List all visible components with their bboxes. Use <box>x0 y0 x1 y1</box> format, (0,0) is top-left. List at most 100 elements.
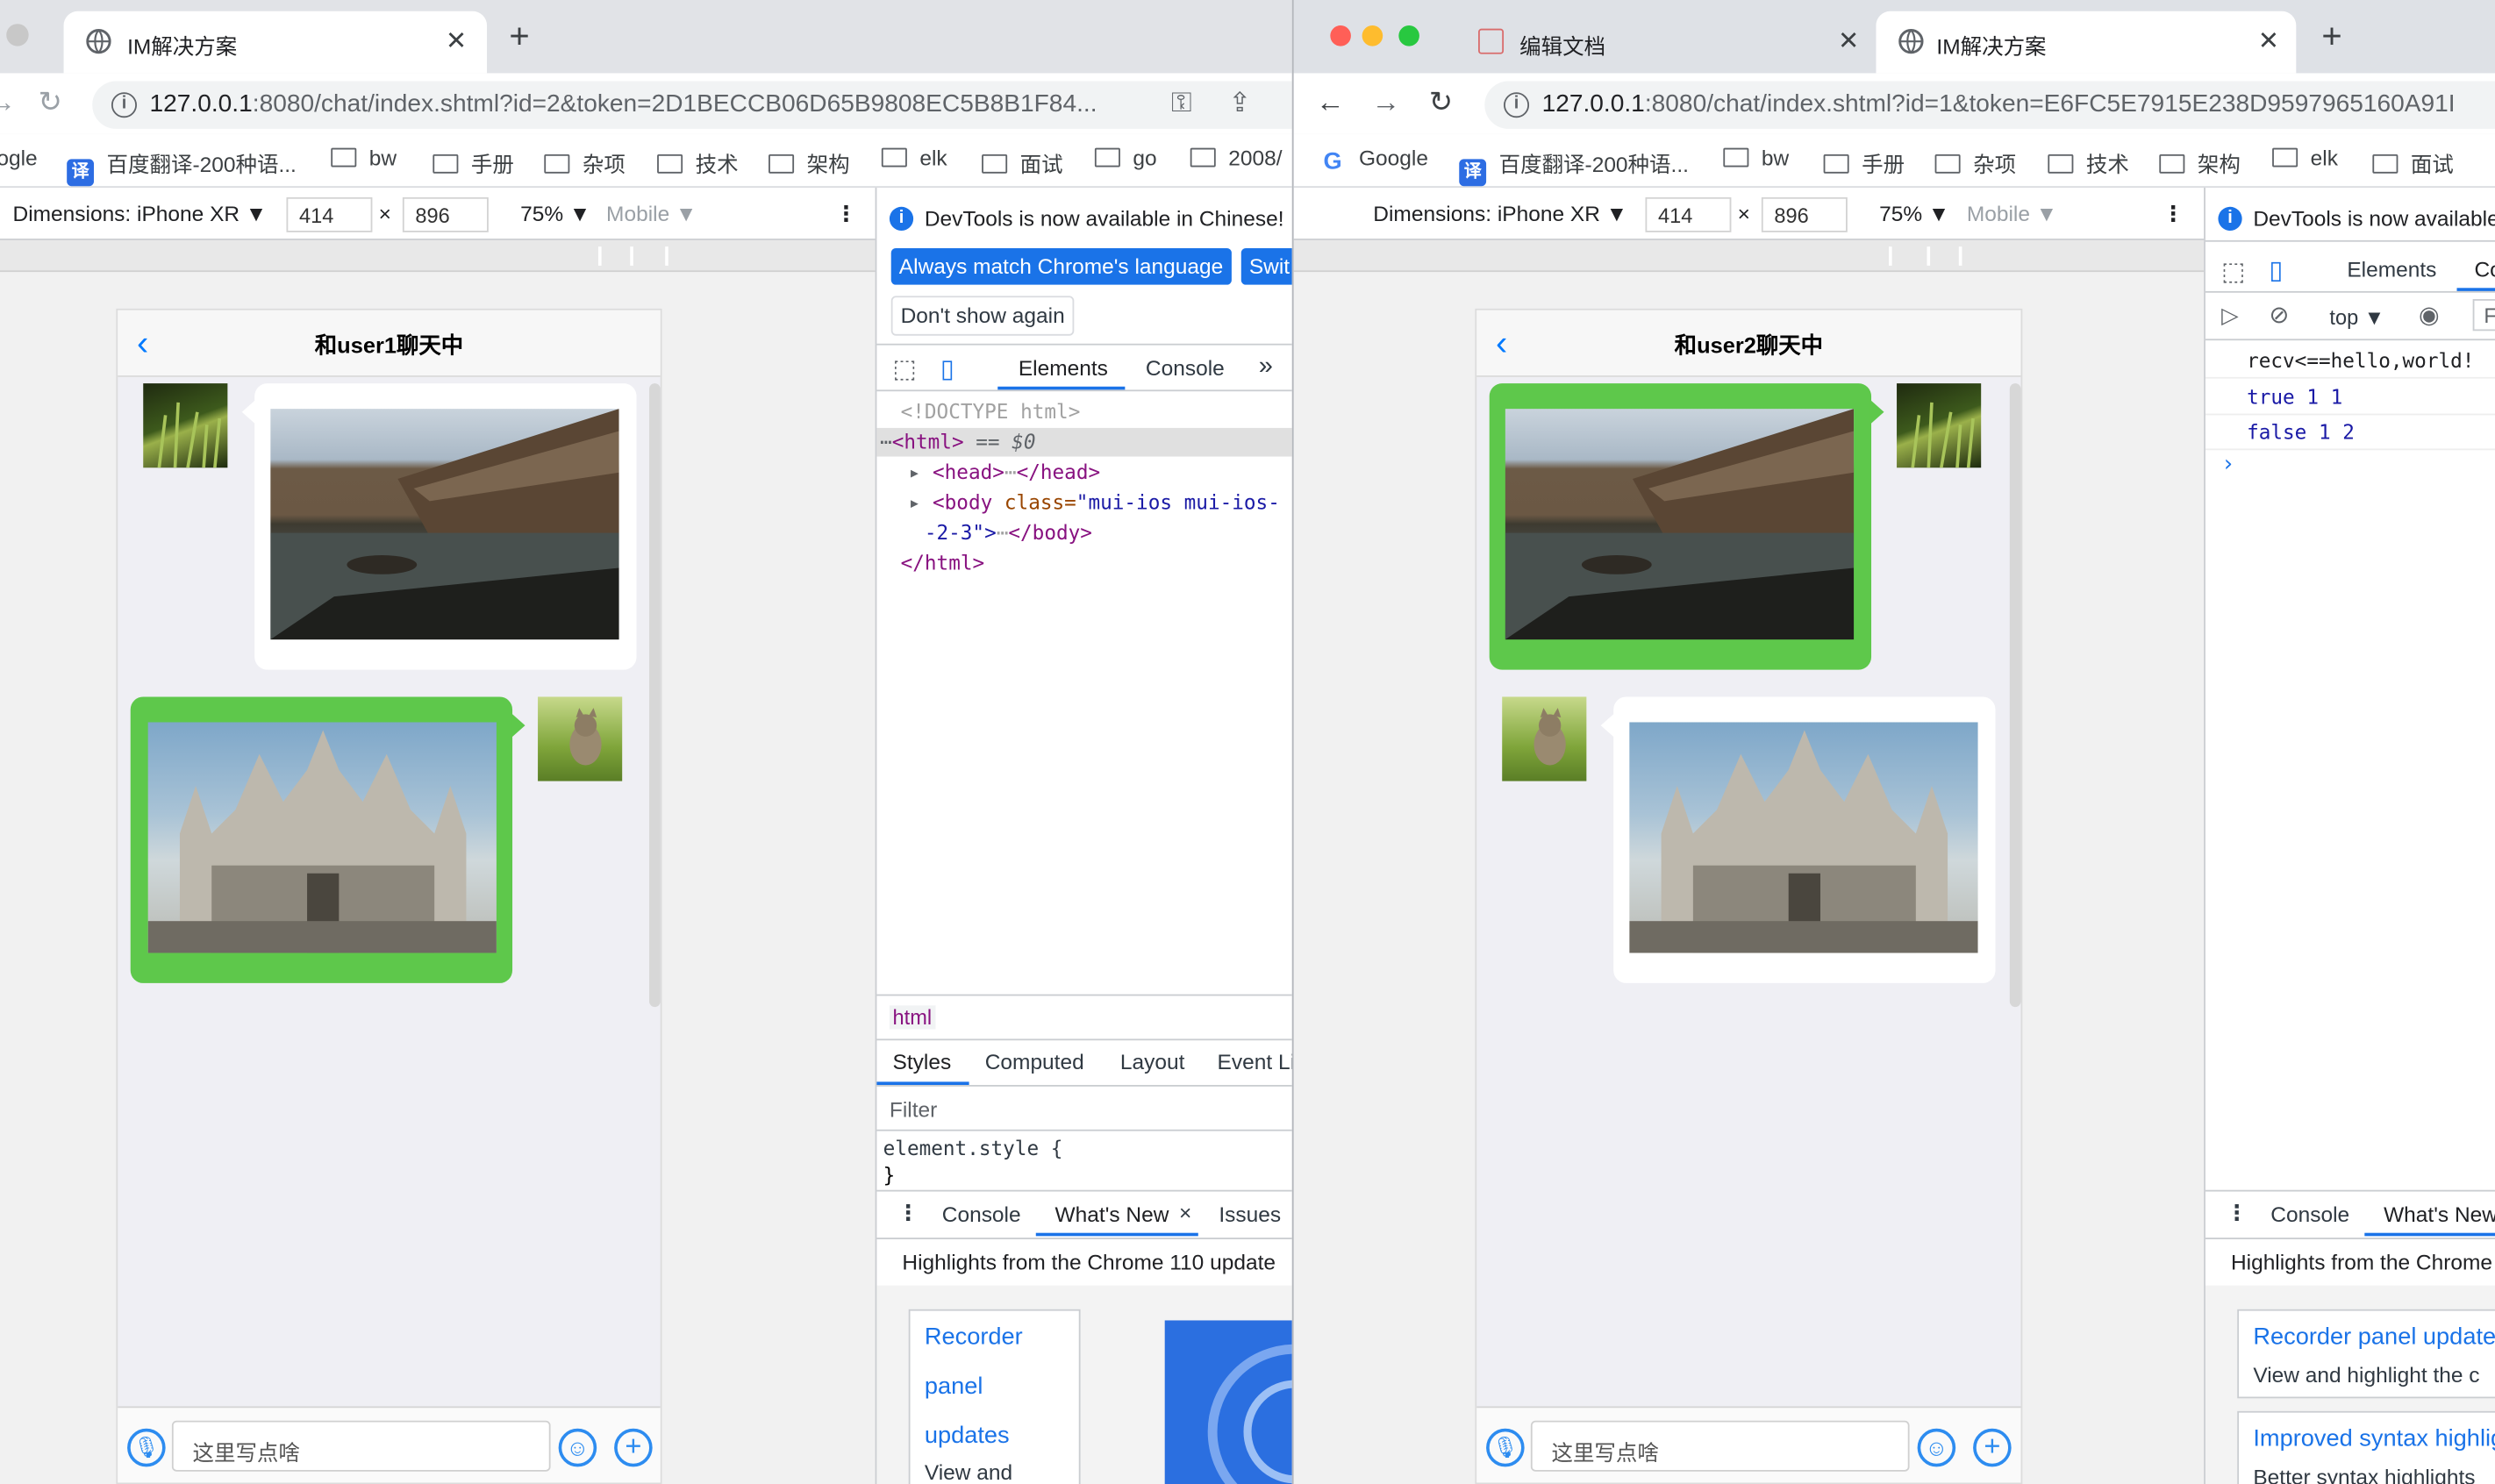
share-icon[interactable]: ⇪ <box>1228 88 1251 119</box>
scrollbar[interactable] <box>649 383 661 1008</box>
address-bar[interactable]: i 127.0.0.1:8080/chat/index.shtml?id=1&t… <box>1484 81 2495 129</box>
device-toggle-icon[interactable]: ▯ <box>2269 254 2283 286</box>
bookmark-folder[interactable]: 杂项 <box>544 146 626 178</box>
more-icon[interactable]: ⋮ <box>2163 202 2184 227</box>
reload-icon[interactable]: ↻ <box>39 86 62 119</box>
bookmark-item[interactable]: G Google <box>1319 146 1428 175</box>
bookmark-folder[interactable]: 架构 <box>2159 146 2241 178</box>
message-bubble-received[interactable] <box>1600 696 1996 983</box>
canal-photo[interactable] <box>270 409 619 640</box>
width-input[interactable]: 414 <box>286 196 373 232</box>
avatar[interactable] <box>1897 383 1982 468</box>
whats-new-card[interactable]: Improved syntax highlig Better syntax hi… <box>2237 1410 2495 1484</box>
reload-icon[interactable]: ↻ <box>1429 86 1453 119</box>
dom-head-node[interactable]: ▸ <head>⋯</head> <box>909 460 1100 483</box>
card-line[interactable]: Recorder <box>925 1323 1023 1351</box>
plus-icon[interactable]: + <box>614 1428 653 1467</box>
eye-icon[interactable]: ◉ <box>2419 301 2440 330</box>
tab-elements[interactable]: Elements <box>1019 356 1108 380</box>
drawer-tab-whats-new[interactable]: What's New <box>2384 1202 2495 1226</box>
zoom-select[interactable]: 75% ▼ <box>1879 202 1949 225</box>
back-icon[interactable]: ‹ <box>137 323 148 364</box>
bookmark-folder[interactable]: elk <box>2272 146 2338 170</box>
breadcrumb[interactable]: html <box>889 1005 935 1030</box>
emoji-icon[interactable]: ☺ <box>1917 1428 1956 1467</box>
tab-im[interactable]: IM解决方案 ✕ <box>1876 11 2297 74</box>
tab-styles[interactable]: Styles <box>893 1050 952 1074</box>
bookmark-folder[interactable]: 技术 <box>657 146 739 178</box>
drawer-menu-icon[interactable]: ⋮ <box>897 1201 919 1226</box>
close-drawer-tab-icon[interactable]: × <box>1179 1201 1191 1224</box>
bookmark-folder[interactable]: bw <box>331 146 397 170</box>
maximize-window-icon[interactable] <box>1398 25 1419 46</box>
bookmark-folder[interactable]: 面试 <box>982 146 1063 178</box>
whats-new-card[interactable]: Recorder panel update View and highlight… <box>2237 1309 2495 1399</box>
bookmark-folder[interactable]: 架构 <box>769 146 850 178</box>
clear-console-icon[interactable]: ⊘ <box>2269 301 2289 330</box>
forward-icon[interactable]: → <box>1371 86 1400 119</box>
forward-icon[interactable]: → <box>0 86 16 119</box>
cathedral-photo[interactable] <box>147 722 497 953</box>
dom-html-node[interactable]: ⋯<html> == $0 <box>880 430 1035 453</box>
back-icon[interactable]: ‹ <box>1496 323 1507 364</box>
bookmark-folder[interactable]: go <box>1094 146 1157 170</box>
card-line[interactable]: panel <box>925 1373 983 1400</box>
bookmark-folder[interactable]: 2008/ <box>1190 146 1283 170</box>
console-filter-input[interactable]: F <box>2472 298 2495 332</box>
card-line[interactable]: updates <box>925 1423 1010 1450</box>
sidebar-toggle-icon[interactable]: ▷ <box>2221 303 2239 330</box>
drawer-tab-whats-new[interactable]: What's New <box>1055 1202 1169 1226</box>
more-icon[interactable]: ⋮ <box>835 202 856 227</box>
avatar[interactable] <box>143 383 228 468</box>
microphone-icon[interactable]: 🎙 <box>127 1428 166 1467</box>
tab-layout[interactable]: Layout <box>1120 1050 1185 1074</box>
new-tab-button[interactable]: + <box>509 16 529 57</box>
bookmark-folder[interactable]: 面试 <box>2372 146 2454 178</box>
window-control-icon[interactable] <box>6 24 29 46</box>
context-select[interactable]: top ▼ <box>2329 305 2384 329</box>
card-title[interactable]: Recorder panel update <box>2253 1323 2495 1351</box>
dont-show-again-button[interactable]: Don't show again <box>890 296 1075 336</box>
scrollbar[interactable] <box>2009 383 2021 1008</box>
drawer-tab-issues[interactable]: Issues <box>1219 1202 1281 1226</box>
key-icon[interactable]: ⚿ <box>1171 88 1191 119</box>
device-toggle-icon[interactable]: ▯ <box>940 353 954 385</box>
tab-event-listeners[interactable]: Event Li <box>1218 1050 1292 1074</box>
zoom-select[interactable]: 75% ▼ <box>520 202 590 225</box>
bookmark-item[interactable]: 译百度翻译-200种语... <box>67 146 297 187</box>
height-input[interactable]: 896 <box>1761 196 1848 232</box>
mode-select[interactable]: Mobile ▼ <box>606 202 697 225</box>
message-input[interactable]: 这里写点啥 <box>1530 1420 1910 1472</box>
drawer-menu-icon[interactable]: ⋮ <box>2227 1201 2248 1226</box>
tab-console[interactable]: Co <box>2474 258 2495 282</box>
close-tab-icon[interactable]: ✕ <box>2258 25 2279 57</box>
tab-edit-doc[interactable]: 编辑文档 ✕ <box>1456 11 1873 74</box>
drawer-tab-console[interactable]: Console <box>2270 1202 2349 1226</box>
message-bubble-received[interactable] <box>241 383 637 670</box>
plus-icon[interactable]: + <box>1973 1428 2012 1467</box>
new-tab-button[interactable]: + <box>2321 16 2341 57</box>
tab-elements[interactable]: Elements <box>2347 258 2436 282</box>
styles-filter-input[interactable]: Filter <box>890 1098 937 1122</box>
inspect-icon[interactable]: ⬚ <box>893 353 917 385</box>
device-select[interactable]: Dimensions: iPhone XR ▼ <box>1373 202 1627 225</box>
match-language-button[interactable]: Always match Chrome's language <box>890 247 1232 285</box>
avatar[interactable] <box>538 696 623 781</box>
info-icon[interactable]: i <box>1504 92 1530 118</box>
dom-body-node[interactable]: ▸ <body class="mui-ios mui-ios- <box>909 490 1280 514</box>
tab-console[interactable]: Console <box>1146 356 1225 380</box>
cathedral-photo[interactable] <box>1629 722 1978 953</box>
bookmark-folder[interactable]: 手册 <box>1823 146 1905 178</box>
message-input[interactable]: 这里写点啥 <box>171 1420 551 1472</box>
info-icon[interactable]: i <box>111 92 137 118</box>
more-tabs-icon[interactable]: » <box>1259 353 1273 382</box>
message-bubble-sent[interactable] <box>1489 383 1884 670</box>
card-title[interactable]: Improved syntax highlig <box>2253 1425 2495 1452</box>
mode-select[interactable]: Mobile ▼ <box>1967 202 2057 225</box>
width-input[interactable]: 414 <box>1645 196 1732 232</box>
emoji-icon[interactable]: ☺ <box>558 1428 597 1467</box>
tab-computed[interactable]: Computed <box>985 1050 1084 1074</box>
inspect-icon[interactable]: ⬚ <box>2221 256 2245 288</box>
whats-new-video-thumbnail[interactable] <box>1164 1320 1292 1484</box>
bookmark-folder[interactable]: elk <box>881 146 947 170</box>
